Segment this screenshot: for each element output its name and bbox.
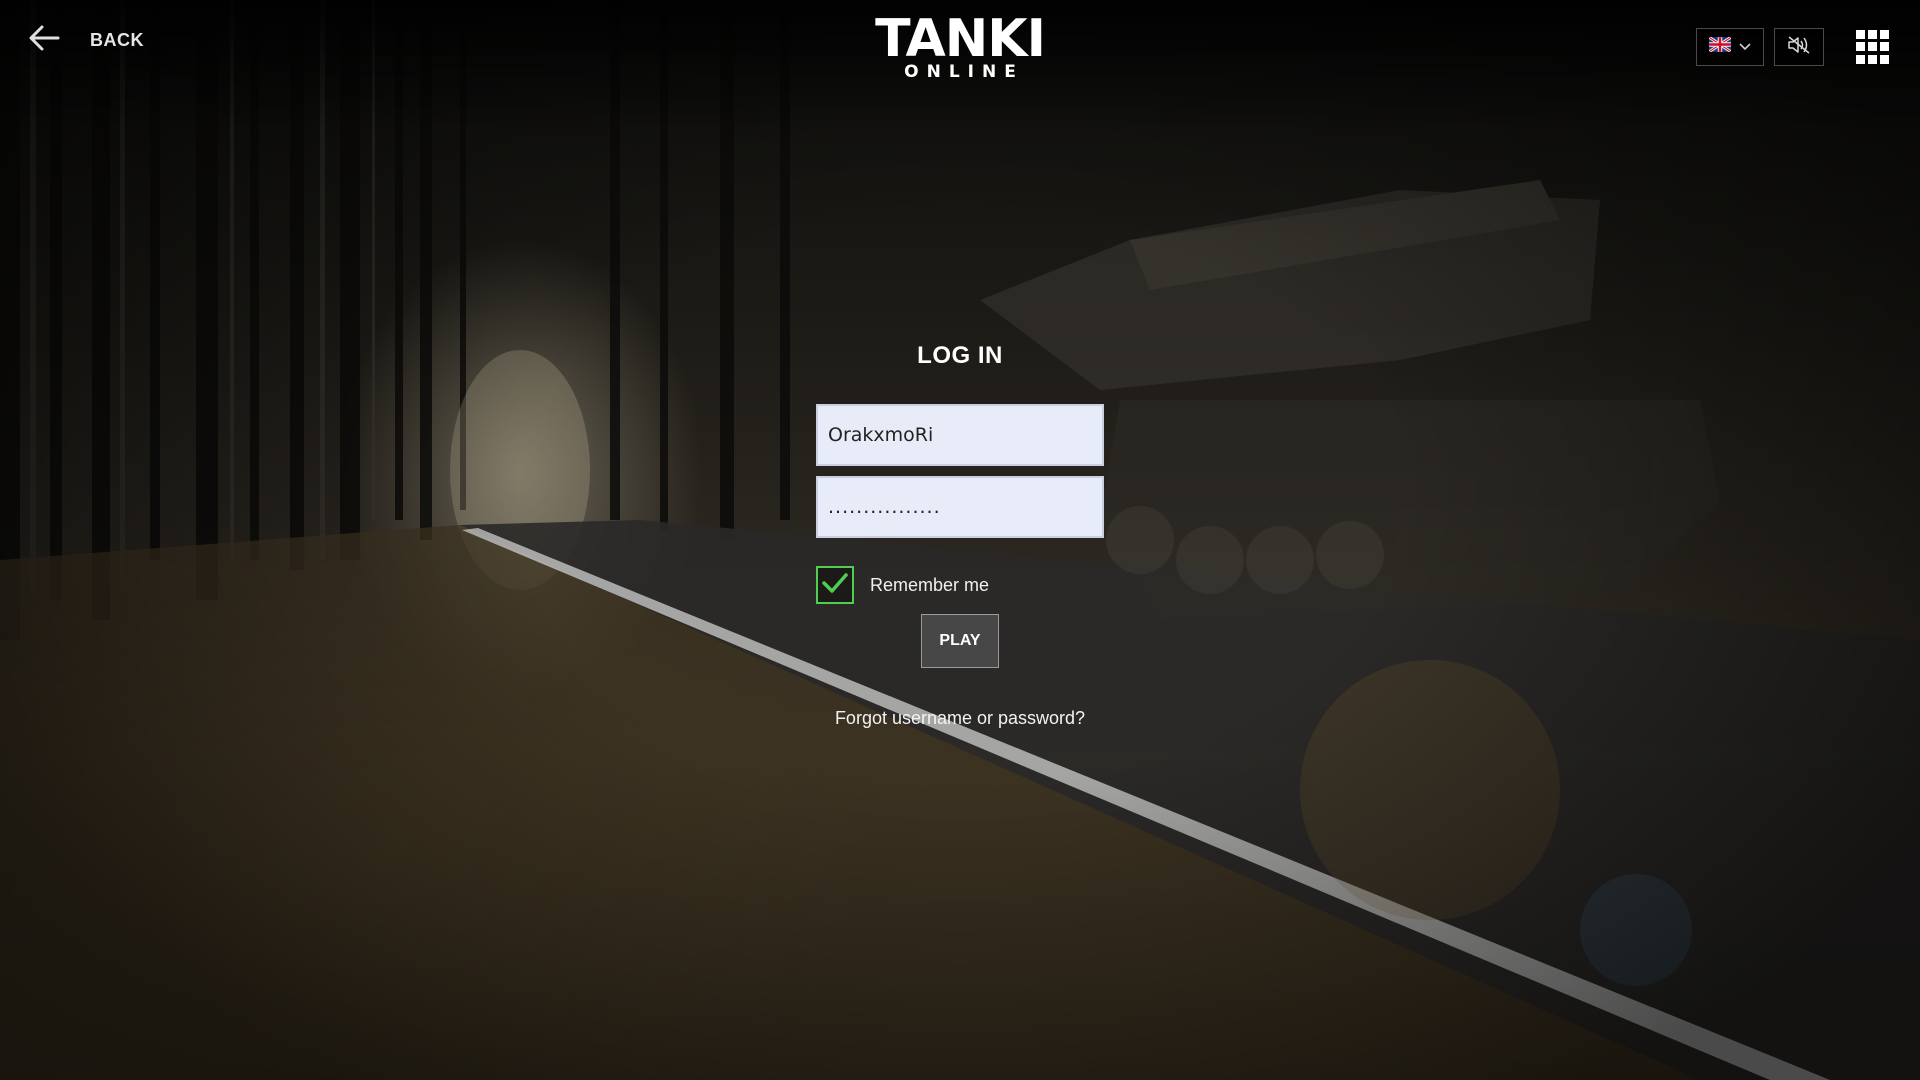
logo-main-text: TANKI bbox=[875, 9, 1046, 69]
app-grid-icon bbox=[1868, 30, 1877, 39]
remember-me-toggle[interactable]: Remember me bbox=[816, 566, 989, 604]
app-grid-icon bbox=[1880, 42, 1889, 52]
app-grid-icon bbox=[1856, 30, 1865, 39]
login-screen: BACK TANKI ONLINE LOG IN OrakxmoRi .....… bbox=[0, 0, 1920, 1080]
play-button[interactable]: PLAY bbox=[921, 614, 999, 668]
sound-muted-icon bbox=[1787, 35, 1811, 60]
login-title: LOG IN bbox=[917, 342, 1003, 369]
back-button[interactable]: BACK bbox=[28, 24, 144, 57]
language-selector[interactable] bbox=[1696, 28, 1764, 66]
checkmark-icon bbox=[821, 571, 849, 600]
sound-toggle-button[interactable] bbox=[1774, 28, 1824, 66]
app-grid-icon bbox=[1868, 54, 1877, 64]
arrow-left-icon bbox=[28, 24, 60, 57]
road-background bbox=[0, 180, 1920, 1080]
forgot-credentials-link[interactable]: Forgot username or password? bbox=[800, 708, 1120, 729]
app-grid-icon bbox=[1856, 54, 1865, 64]
password-input[interactable] bbox=[816, 476, 1104, 538]
username-input[interactable] bbox=[816, 404, 1104, 466]
app-grid-icon bbox=[1856, 42, 1865, 52]
app-grid-icon bbox=[1880, 54, 1889, 64]
app-grid-menu-button[interactable] bbox=[1856, 30, 1890, 64]
uk-flag-icon bbox=[1708, 35, 1732, 57]
chevron-down-icon bbox=[1739, 38, 1751, 56]
back-label: BACK bbox=[90, 30, 144, 50]
remember-me-label: Remember me bbox=[870, 574, 990, 595]
tank-silhouette bbox=[980, 180, 1720, 620]
app-grid-icon bbox=[1868, 42, 1877, 52]
app-grid-icon bbox=[1880, 30, 1889, 39]
tanki-online-logo[interactable]: TANKI ONLINE bbox=[862, 9, 1058, 82]
remember-me-checkbox[interactable] bbox=[816, 566, 854, 604]
